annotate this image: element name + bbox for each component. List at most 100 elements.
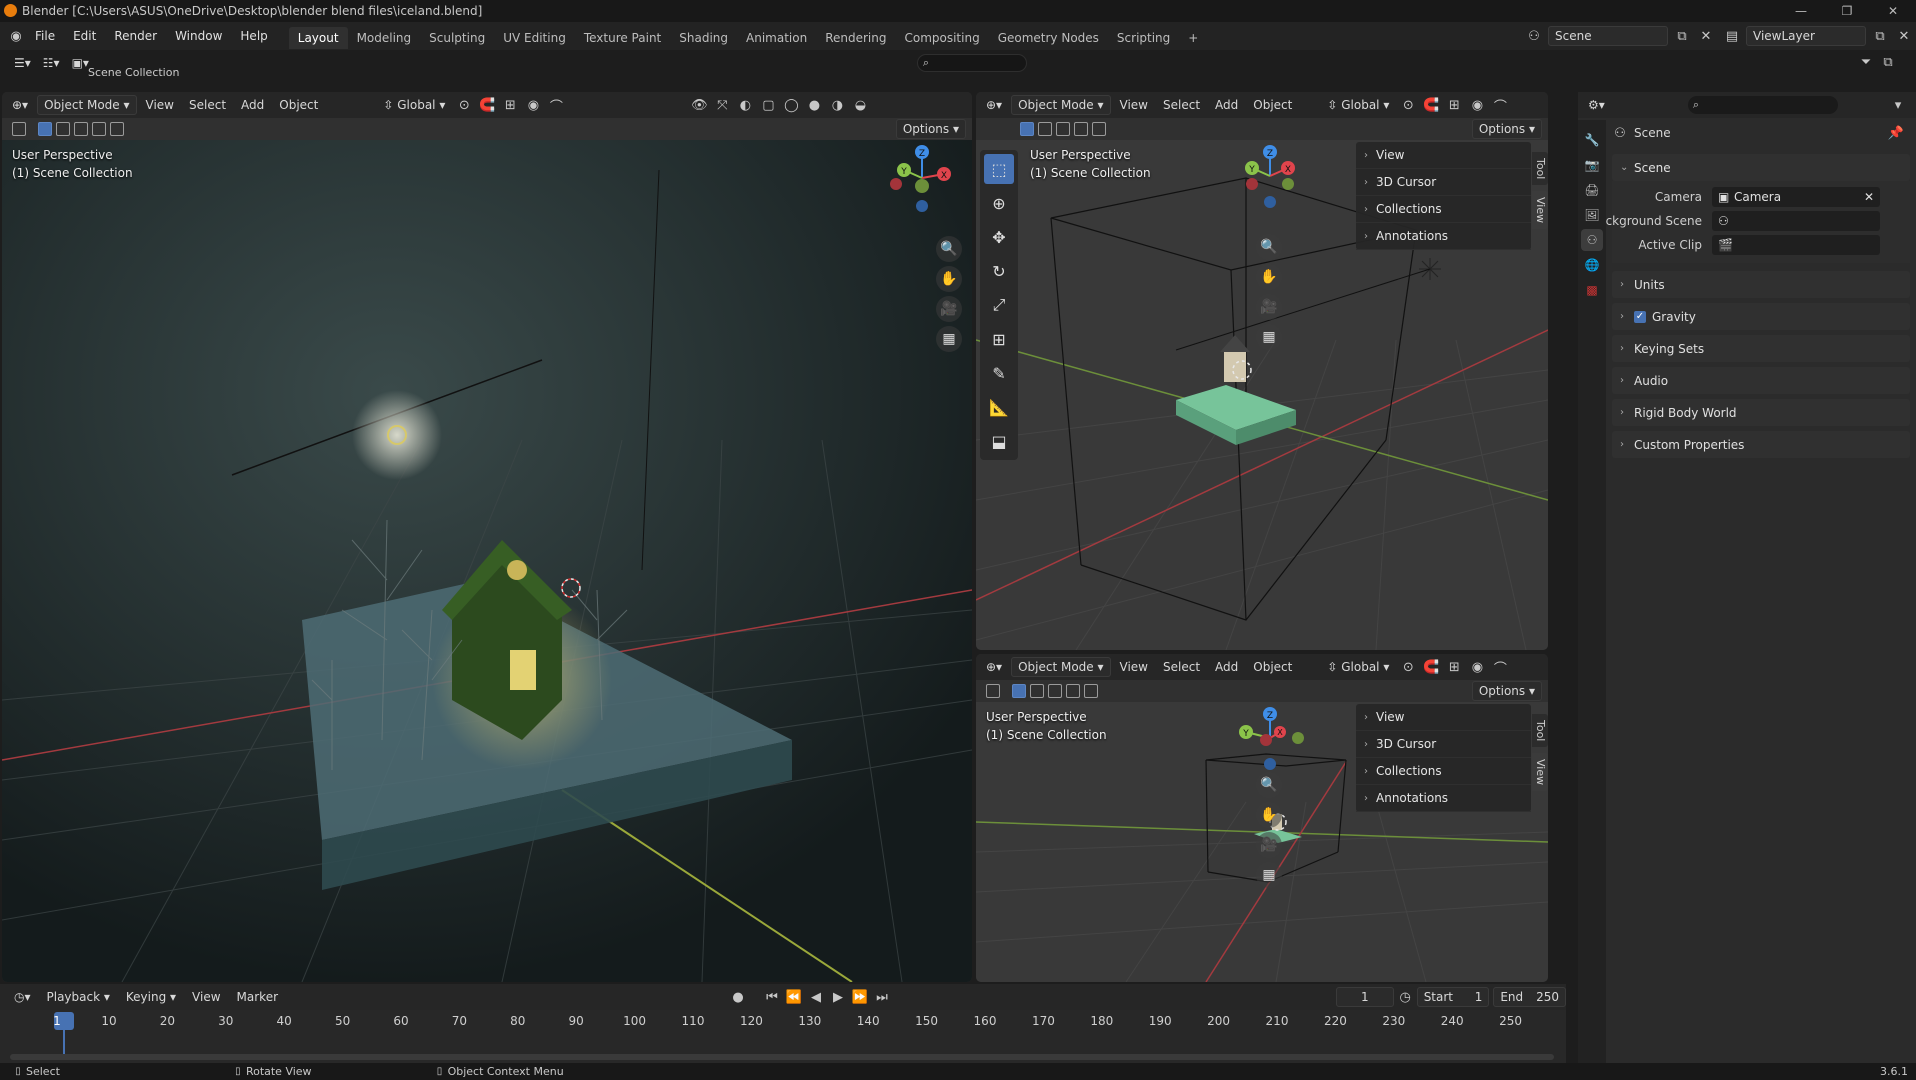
annotate-tool-icon[interactable]: ✎ (984, 358, 1014, 388)
navigation-gizmo[interactable]: Z X Y (1236, 702, 1306, 782)
scene-name-field[interactable]: Scene (1548, 26, 1668, 46)
select-mode-extend-icon[interactable] (1030, 684, 1044, 698)
options-button[interactable]: Options ▾ (895, 119, 966, 139)
editor-type-button[interactable]: ⊕▾ (980, 657, 1008, 677)
menu-object[interactable]: Object (1247, 95, 1298, 115)
display-mode-icon[interactable]: ☷▾ (37, 53, 66, 73)
menu-select[interactable]: Select (1157, 95, 1206, 115)
shading-rendered-icon[interactable]: ◒ (850, 95, 870, 115)
tab-modeling[interactable]: Modeling (348, 27, 421, 49)
pan-hand-icon[interactable]: ✋ (1256, 802, 1282, 828)
tab-uv-editing[interactable]: UV Editing (494, 27, 575, 49)
xray-icon[interactable]: ▢ (758, 95, 778, 115)
record-icon[interactable]: ● (728, 987, 748, 1007)
tab-scripting[interactable]: Scripting (1108, 27, 1179, 49)
select-tool-icon[interactable] (986, 684, 1000, 698)
delete-viewlayer-icon[interactable]: ✕ (1894, 26, 1914, 46)
npanel-item-annotations[interactable]: › Annotations (1356, 223, 1531, 250)
zoom-icon[interactable]: 🔍 (1256, 772, 1282, 798)
select-mode-subtract-icon[interactable] (74, 122, 88, 136)
menu-add[interactable]: Add (1209, 657, 1244, 677)
editor-type-button[interactable]: ◷▾ (8, 987, 37, 1007)
add-cube-tool-icon[interactable]: ⬓ (984, 426, 1014, 456)
panel-gravity[interactable]: › ✓ Gravity (1612, 303, 1910, 330)
orientation-dropdown[interactable]: ⇳ Global ▾ (1321, 657, 1395, 677)
add-workspace-button[interactable]: + (1179, 27, 1207, 49)
orientation-dropdown[interactable]: ⇳ Global ▾ (377, 95, 451, 115)
gizmo-toggle-icon[interactable]: ⤧ (712, 95, 732, 115)
shading-wireframe-icon[interactable]: ◯ (781, 95, 801, 115)
camera-view-icon[interactable]: 🎥 (936, 296, 962, 322)
tab-texture-paint[interactable]: Texture Paint (575, 27, 670, 49)
viewport-bottom-right[interactable]: ⊕▾ Object Mode ▾ View Select Add Object … (976, 654, 1548, 982)
navigation-gizmo[interactable]: Z X Y (1236, 140, 1306, 220)
proportional-edit-icon[interactable]: ◉ (1467, 95, 1487, 115)
properties-editor-type-button[interactable]: ⚙▾ (1582, 95, 1611, 115)
play-icon[interactable]: ▶ (828, 987, 848, 1007)
menu-add[interactable]: Add (1209, 95, 1244, 115)
perspective-grid-icon[interactable]: ▦ (936, 326, 962, 352)
menu-help[interactable]: Help (231, 22, 276, 50)
falloff-icon[interactable]: ⌒ (546, 95, 566, 115)
proportional-edit-icon[interactable]: ◉ (523, 95, 543, 115)
menu-window[interactable]: Window (166, 22, 231, 50)
menu-marker[interactable]: Marker (231, 987, 284, 1007)
select-mode-extend-icon[interactable] (1038, 122, 1052, 136)
menu-keying[interactable]: Keying ▾ (120, 987, 182, 1007)
editor-type-button[interactable]: ⊕▾ (980, 95, 1008, 115)
select-box-tool-icon[interactable]: ⬚ (984, 154, 1014, 184)
texture-properties-icon[interactable]: ▩ (1581, 279, 1603, 301)
menu-view[interactable]: View (186, 987, 226, 1007)
viewport-top-right[interactable]: ⊕▾ Object Mode ▾ View Select Add Object … (976, 92, 1548, 650)
next-keyframe-icon[interactable]: ⏩ (850, 987, 870, 1007)
panel-audio[interactable]: › Audio (1612, 367, 1910, 394)
options-dropdown-icon[interactable]: ▾ (1888, 95, 1908, 115)
camera-view-icon[interactable]: 🎥 (1256, 294, 1282, 320)
view-layer-properties-icon[interactable]: 🖼 (1581, 204, 1603, 226)
select-mode-intersect-icon[interactable] (1084, 684, 1098, 698)
panel-units[interactable]: › Units (1612, 271, 1910, 298)
mode-dropdown[interactable]: Object Mode ▾ (1011, 657, 1111, 677)
proportional-edit-icon[interactable]: ◉ (1467, 657, 1487, 677)
delete-scene-icon[interactable]: ✕ (1696, 26, 1716, 46)
play-reverse-icon[interactable]: ◀ (806, 987, 826, 1007)
end-frame-field[interactable]: End 250 (1493, 987, 1566, 1007)
select-mode-intersect-icon[interactable] (110, 122, 124, 136)
viewlayer-icon[interactable]: ▤ (1722, 26, 1742, 46)
orientation-dropdown[interactable]: ⇳ Global ▾ (1321, 95, 1395, 115)
select-mode-new-icon[interactable] (1020, 122, 1034, 136)
snap-icon[interactable]: 🧲 (1421, 657, 1441, 677)
timeline-scrollbar[interactable] (10, 1054, 1554, 1060)
pan-hand-icon[interactable]: ✋ (936, 266, 962, 292)
menu-file[interactable]: File (26, 22, 64, 50)
snap-icon[interactable]: 🧲 (477, 95, 497, 115)
tab-rendering[interactable]: Rendering (816, 27, 895, 49)
menu-render[interactable]: Render (105, 22, 166, 50)
select-mode-new-icon[interactable] (1012, 684, 1026, 698)
rotate-tool-icon[interactable]: ↻ (984, 256, 1014, 286)
pivot-icon[interactable]: ⊙ (454, 95, 474, 115)
panel-custom-properties[interactable]: › Custom Properties (1612, 431, 1910, 458)
falloff-icon[interactable]: ⌒ (1490, 657, 1510, 677)
zoom-icon[interactable]: 🔍 (936, 236, 962, 262)
npanel-item-annotations[interactable]: › Annotations (1356, 785, 1531, 812)
npanel-item-3d-cursor[interactable]: › 3D Cursor (1356, 169, 1531, 196)
select-mode-invert-icon[interactable] (1066, 684, 1080, 698)
new-collection-icon[interactable]: ⧉ (1878, 52, 1898, 72)
menu-view[interactable]: View (1114, 95, 1154, 115)
tool-properties-icon[interactable]: 🔧 (1581, 129, 1603, 151)
tab-sculpting[interactable]: Sculpting (420, 27, 494, 49)
overlay-toggle-icon[interactable]: ◐ (735, 95, 755, 115)
options-button[interactable]: Options ▾ (1471, 119, 1542, 139)
camera-view-icon[interactable]: 🎥 (1256, 832, 1282, 858)
snap-target-icon[interactable]: ⊞ (1444, 95, 1464, 115)
menu-select[interactable]: Select (1157, 657, 1206, 677)
outliner-search-input[interactable]: ⌕ (917, 54, 1027, 72)
editor-type-button[interactable]: ⊕▾ (6, 95, 34, 115)
scene-icon[interactable]: ⚇ (1524, 26, 1544, 46)
blender-menu-icon[interactable]: ◉ (6, 26, 26, 46)
select-mode-extend-icon[interactable] (56, 122, 70, 136)
viewport-main[interactable]: ⊕▾ Object Mode ▾ View Select Add Object … (2, 92, 972, 982)
frame-ruler[interactable]: 1 10 20 30 40 50 60 70 80 90 100 110 120 130 140 150 160… (0, 1010, 1566, 1062)
current-frame-field[interactable]: 1 (1336, 987, 1394, 1007)
